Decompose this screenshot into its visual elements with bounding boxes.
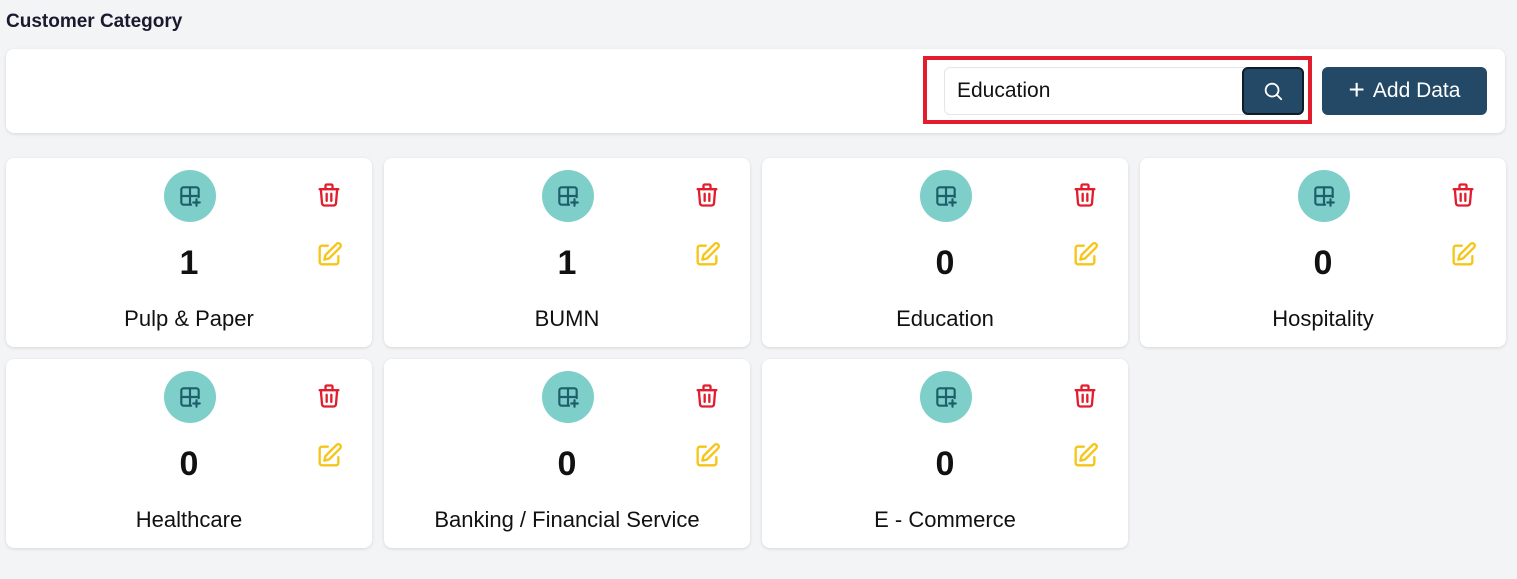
delete-button[interactable]	[315, 181, 343, 209]
category-name: BUMN	[534, 306, 600, 331]
category-card: 1 Pulp & Paper	[6, 158, 372, 347]
trash-icon	[318, 384, 340, 408]
category-count: 0	[935, 445, 955, 483]
delete-button[interactable]	[693, 181, 721, 209]
category-count: 0	[1313, 244, 1333, 282]
delete-button[interactable]	[1449, 181, 1477, 209]
page-title: Customer Category	[6, 11, 183, 32]
category-icon-circle	[920, 371, 972, 423]
add-grid-icon	[1314, 186, 1335, 207]
category-icon-circle	[542, 371, 594, 423]
category-icon-circle	[1298, 170, 1350, 222]
category-count: 1	[179, 244, 199, 282]
delete-button[interactable]	[693, 382, 721, 410]
add-grid-icon	[936, 186, 957, 207]
category-card: 0 Education	[762, 158, 1128, 347]
trash-icon	[696, 384, 718, 408]
category-count: 0	[557, 445, 577, 483]
category-card: 1 BUMN	[384, 158, 750, 347]
category-count: 0	[179, 445, 199, 483]
category-name: Banking / Financial Service	[434, 507, 700, 532]
category-card: 0 Healthcare	[6, 359, 372, 548]
category-icon-circle	[920, 170, 972, 222]
add-data-label: Add Data	[1372, 79, 1461, 102]
add-grid-icon	[180, 186, 201, 207]
add-grid-icon	[180, 387, 201, 408]
category-card: 0 Hospitality	[1140, 158, 1506, 347]
category-name: Pulp & Paper	[124, 306, 254, 331]
highlight-box	[923, 56, 1312, 124]
category-count: 0	[935, 244, 955, 282]
trash-icon	[318, 183, 340, 207]
category-name: E - Commerce	[874, 507, 1016, 532]
add-data-button[interactable]: + Add Data	[1322, 67, 1487, 115]
category-count: 1	[557, 244, 577, 282]
category-icon-circle	[164, 371, 216, 423]
add-grid-icon	[558, 387, 579, 408]
delete-button[interactable]	[1071, 181, 1099, 209]
category-name: Hospitality	[1272, 306, 1374, 331]
category-icon-circle	[164, 170, 216, 222]
add-grid-icon	[936, 387, 957, 408]
trash-icon	[1452, 183, 1474, 207]
add-grid-icon	[558, 186, 579, 207]
trash-icon	[1074, 384, 1096, 408]
category-name: Education	[896, 306, 994, 331]
category-name: Healthcare	[135, 507, 243, 532]
trash-icon	[696, 183, 718, 207]
category-card: 0 Banking / Financial Service	[384, 359, 750, 548]
delete-button[interactable]	[315, 382, 343, 410]
category-card: 0 E - Commerce	[762, 359, 1128, 548]
plus-icon: +	[1348, 73, 1365, 105]
delete-button[interactable]	[1071, 382, 1099, 410]
trash-icon	[1074, 183, 1096, 207]
category-icon-circle	[542, 170, 594, 222]
